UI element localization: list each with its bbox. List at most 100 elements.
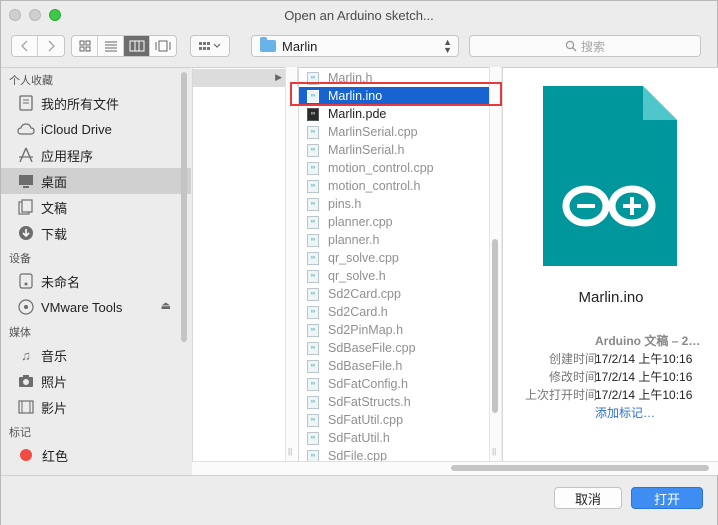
add-tags-link[interactable]: 添加标记… <box>595 404 655 421</box>
sketch-file-icon: ∞ <box>307 251 319 265</box>
file-name: motion_control.h <box>328 179 421 193</box>
last-opened-value: 17/2/14 上午10:16 <box>595 388 693 402</box>
sidebar-item-all-files[interactable]: 我的所有文件 <box>1 90 191 116</box>
updown-arrows-icon: ▲ ▼ <box>443 37 452 55</box>
title-bar: Open an Arduino sketch... <box>1 1 717 31</box>
path-popup[interactable]: Marlin ▲ ▼ <box>251 35 459 57</box>
column-view-button[interactable] <box>124 36 150 56</box>
tags-header: 标记 <box>9 427 31 439</box>
chevron-right-icon <box>48 40 55 52</box>
sketch-file-icon: ∞ <box>307 341 319 355</box>
column-resize-handle[interactable]: || <box>288 447 292 456</box>
preview-kind: Arduino 文稿 – 2… <box>595 334 701 348</box>
sidebar-item-icloud[interactable]: iCloud Drive <box>1 116 191 142</box>
file-row[interactable]: ∞ SdFatConfig.h <box>299 375 501 393</box>
file-row[interactable]: ∞ SdBaseFile.h <box>299 357 501 375</box>
sidebar-item-downloads[interactable]: 下载 <box>1 220 191 246</box>
sketch-file-icon: ∞ <box>307 197 319 211</box>
file-row[interactable]: ∞ pins.h <box>299 195 501 213</box>
eject-icon[interactable]: ⏏ <box>161 299 171 312</box>
file-name: SdFatUtil.h <box>328 431 390 445</box>
sidebar-item-label: 下载 <box>41 226 68 242</box>
sidebar-item-tag-red[interactable]: 红色 <box>1 442 191 468</box>
file-name: motion_control.cpp <box>328 161 434 175</box>
sidebar-item-label: 我的所有文件 <box>41 96 120 112</box>
arrange-menu-button[interactable] <box>190 35 230 57</box>
sidebar-item-label: 桌面 <box>41 174 68 190</box>
open-button[interactable]: 打开 <box>631 487 703 509</box>
file-row[interactable]: ∞ SdFatStructs.h <box>299 393 501 411</box>
file-name: SdFatStructs.h <box>328 395 411 409</box>
folder-icon <box>260 37 276 52</box>
cover-flow-button[interactable] <box>150 36 176 56</box>
columns-icon <box>129 40 144 52</box>
file-row[interactable]: ∞ qr_solve.h <box>299 267 501 285</box>
last-opened-label: 上次打开时间 <box>524 388 597 402</box>
file-name: pins.h <box>328 197 362 211</box>
view-mode-selector <box>71 35 177 57</box>
cancel-button[interactable]: 取消 <box>554 487 622 509</box>
sketch-file-icon: ∞ <box>307 269 319 283</box>
documents-icon <box>17 198 35 216</box>
search-field[interactable]: 搜索 <box>469 35 701 57</box>
file-row[interactable]: ∞ MarlinSerial.h <box>299 141 501 159</box>
file-name: qr_solve.h <box>328 269 386 283</box>
sidebar-item-documents[interactable]: 文稿 <box>1 194 191 220</box>
file-row[interactable]: ∞ Sd2PinMap.h <box>299 321 501 339</box>
arduino-file-icon <box>543 86 677 266</box>
sidebar-item-desktop[interactable]: 桌面 <box>1 168 191 194</box>
sidebar-item-photos[interactable]: 照片 <box>1 368 191 394</box>
file-row[interactable]: ∞ Marlin.pde <box>299 105 501 123</box>
file-row[interactable]: ∞ SdFatUtil.h <box>299 429 501 447</box>
sidebar-item-label: 影片 <box>41 400 68 416</box>
file-column-scrollbar[interactable] <box>492 239 498 413</box>
parent-column-scroll-track <box>285 67 297 461</box>
file-row[interactable]: ∞ SdFile.cpp <box>299 447 501 461</box>
disk-icon <box>17 272 35 290</box>
sketch-file-icon: ∞ <box>307 449 319 461</box>
sidebar-item-label: 文稿 <box>41 200 68 216</box>
window-title: Open an Arduino sketch... <box>284 8 434 23</box>
sidebar-item-label: iCloud Drive <box>41 121 112 137</box>
file-row[interactable]: ∞ SdBaseFile.cpp <box>299 339 501 357</box>
chevron-left-icon <box>20 40 28 52</box>
file-row[interactable]: ∞ Sd2Card.cpp <box>299 285 501 303</box>
sidebar-item-vmware-tools[interactable]: VMware Tools ⏏ <box>1 294 191 320</box>
downloads-icon <box>17 224 35 242</box>
file-row[interactable]: ∞ planner.h <box>299 231 501 249</box>
sidebar-item-label: 音乐 <box>41 348 68 364</box>
sidebar-item-movies[interactable]: 影片 <box>1 394 191 420</box>
file-row[interactable]: ∞ planner.cpp <box>299 213 501 231</box>
forward-button[interactable] <box>38 36 64 56</box>
sketch-file-icon: ∞ <box>307 143 319 157</box>
list-view-button[interactable] <box>98 36 124 56</box>
sketch-file-icon: ∞ <box>307 179 319 193</box>
file-row[interactable]: ∞ SdFatUtil.cpp <box>299 411 501 429</box>
sidebar-item-music[interactable]: ♫ 音乐 <box>1 342 191 368</box>
file-row[interactable]: ∞ Marlin.h <box>299 69 501 87</box>
back-button[interactable] <box>12 36 38 56</box>
preview-pane: Marlin.ino Arduino 文稿 – 2… 创建时间 17/2/14 … <box>502 67 718 461</box>
sketch-file-icon: ∞ <box>307 215 319 229</box>
sidebar-scrollbar[interactable] <box>181 72 187 342</box>
file-row[interactable]: ∞ Marlin.ino <box>299 87 490 105</box>
sidebar-item-applications[interactable]: 应用程序 <box>1 142 191 168</box>
arrange-icon <box>199 42 221 50</box>
file-row[interactable]: ∞ MarlinSerial.cpp <box>299 123 501 141</box>
search-placeholder: 搜索 <box>580 39 605 54</box>
grid-icon <box>79 40 90 52</box>
file-name: SdBaseFile.cpp <box>328 341 416 355</box>
column-resize-handle[interactable]: || <box>492 447 496 456</box>
horizontal-scrollbar[interactable] <box>451 465 709 471</box>
list-icon <box>104 41 117 52</box>
file-name: qr_solve.cpp <box>328 251 399 265</box>
parent-folder-row[interactable]: ▶ <box>193 69 298 87</box>
file-row[interactable]: ∞ qr_solve.cpp <box>299 249 501 267</box>
file-row[interactable]: ∞ motion_control.cpp <box>299 159 501 177</box>
file-row[interactable]: ∞ motion_control.h <box>299 177 501 195</box>
sidebar-item-untitled[interactable]: 未命名 <box>1 268 191 294</box>
sketch-file-icon: ∞ <box>307 71 319 85</box>
all-files-icon <box>17 94 35 112</box>
file-row[interactable]: ∞ Sd2Card.h <box>299 303 501 321</box>
icon-view-button[interactable] <box>72 36 98 56</box>
